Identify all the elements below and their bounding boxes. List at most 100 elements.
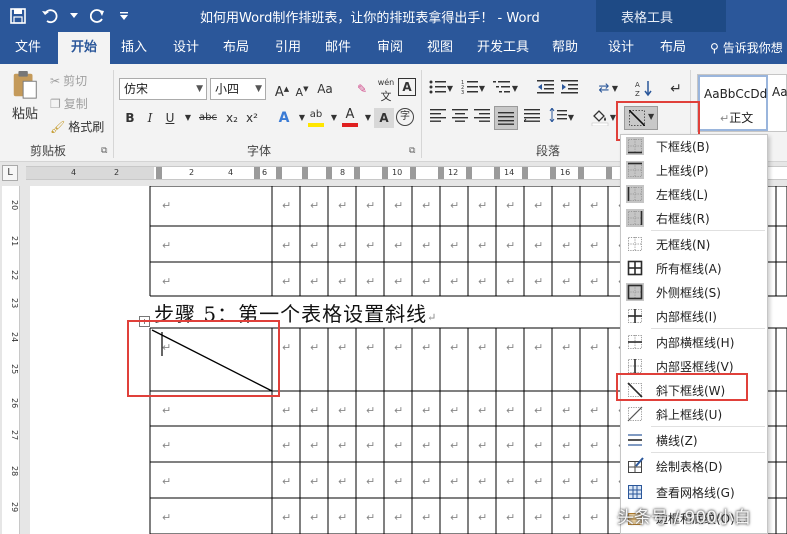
column-marker[interactable] — [254, 167, 260, 179]
character-border-button[interactable]: A — [398, 78, 416, 96]
bold-button[interactable]: B — [120, 108, 140, 128]
grow-font-button[interactable]: A▲ — [272, 79, 292, 100]
customize-qat-icon[interactable] — [118, 4, 130, 28]
column-marker[interactable] — [606, 167, 612, 179]
tab-design[interactable]: 设计 — [164, 32, 208, 64]
clear-formatting-icon[interactable]: ✎ — [352, 79, 372, 99]
change-case-button[interactable]: Aa — [312, 79, 338, 99]
menu-item-draw-table[interactable]: 绘制表格(D) — [621, 454, 767, 478]
cut-button[interactable]: ✂ 剪切 — [50, 72, 87, 89]
menu-item-horizontal-line[interactable]: 横线(Z) — [621, 428, 767, 452]
upper-table-cell-mark: ↵ — [162, 199, 171, 212]
font-size-combo[interactable]: 小四 ▼ — [210, 78, 266, 100]
column-marker[interactable] — [522, 167, 528, 179]
strikethrough-button[interactable]: abc — [196, 108, 220, 128]
tab-review[interactable]: 审阅 — [368, 32, 412, 64]
column-marker[interactable] — [302, 167, 308, 179]
multilevel-list-button[interactable] — [492, 79, 512, 99]
column-marker[interactable] — [410, 167, 416, 179]
tab-selector[interactable]: L — [2, 165, 18, 181]
align-center-icon[interactable] — [450, 108, 470, 128]
column-marker[interactable] — [276, 167, 282, 179]
menu-item-left-border[interactable]: 左框线(L) — [621, 182, 767, 206]
menu-item-right-border[interactable]: 右框线(R) — [621, 206, 767, 230]
tab-view[interactable]: 视图 — [418, 32, 462, 64]
column-marker[interactable] — [494, 167, 500, 179]
tell-me-box[interactable]: ⚲ 告诉我你想 — [710, 32, 783, 64]
increase-indent-icon[interactable] — [560, 79, 580, 99]
tab-file[interactable]: 文件 — [4, 32, 52, 64]
sort-icon[interactable]: AZ — [634, 79, 654, 99]
shrink-font-button[interactable]: A▼ — [292, 79, 312, 99]
column-marker[interactable] — [438, 167, 444, 179]
menu-item-inside-borders[interactable]: 内部框线(I) — [621, 304, 767, 328]
tab-insert[interactable]: 插入 — [112, 32, 156, 64]
lower-table-cell-mark: ↵ — [506, 404, 515, 417]
show-formatting-marks-icon[interactable]: ↵ — [666, 79, 686, 99]
align-right-icon[interactable] — [472, 108, 492, 128]
paste-button[interactable]: 粘贴 — [8, 70, 42, 122]
subscript-button[interactable]: x₂ — [222, 108, 242, 128]
decrease-indent-icon[interactable] — [536, 79, 556, 99]
superscript-button[interactable]: x² — [242, 108, 262, 128]
shading-bucket-icon[interactable] — [590, 108, 610, 128]
chinese-layout-dropdown-icon[interactable]: ▼ — [610, 79, 620, 99]
column-marker[interactable] — [466, 167, 472, 179]
menu-item-outside-borders[interactable]: 外侧框线(S) — [621, 280, 767, 304]
font-dialog-launcher-icon[interactable]: ⧉ — [409, 146, 415, 156]
menu-item-bottom-border[interactable]: 下框线(B) — [621, 134, 767, 158]
phonetic-guide-button[interactable]: wén 文 — [376, 79, 396, 103]
font-color-button[interactable]: A — [340, 108, 360, 128]
tab-home[interactable]: 开始 — [58, 32, 110, 64]
align-left-icon[interactable] — [428, 108, 448, 128]
character-shading-button[interactable]: A — [374, 108, 394, 128]
first-line-indent-marker[interactable] — [156, 167, 162, 179]
undo-icon[interactable] — [38, 4, 62, 28]
multilevel-dropdown-icon[interactable]: ▼ — [510, 79, 520, 99]
style-next-sample[interactable]: Aa — [772, 85, 787, 99]
undo-dropdown-icon[interactable] — [70, 4, 78, 28]
group-separator — [421, 70, 422, 158]
highlight-color-button[interactable]: ab — [306, 108, 326, 128]
menu-item-no-border[interactable]: 无框线(N) — [621, 232, 767, 256]
bullets-dropdown-icon[interactable]: ▼ — [445, 79, 455, 99]
italic-button[interactable]: I — [140, 108, 160, 128]
line-spacing-dropdown-icon[interactable]: ▼ — [566, 108, 576, 128]
column-marker[interactable] — [354, 167, 360, 179]
menu-item-view-gridlines[interactable]: 查看网格线(G) — [621, 480, 767, 504]
font-name-combo[interactable]: 仿宋 ▼ — [119, 78, 207, 100]
column-marker[interactable] — [578, 167, 584, 179]
column-marker[interactable] — [382, 167, 388, 179]
tab-help[interactable]: 帮助 — [542, 32, 588, 64]
menu-item-diagonal-up-border[interactable]: 斜上框线(U) — [621, 402, 767, 426]
underline-button[interactable]: U — [160, 108, 180, 128]
text-effects-button[interactable]: A — [274, 108, 294, 128]
clipboard-dialog-launcher-icon[interactable]: ⧉ — [101, 146, 107, 156]
tab-table-layout[interactable]: 布局 — [650, 32, 696, 64]
tab-references[interactable]: 引用 — [266, 32, 310, 64]
tab-mailings[interactable]: 邮件 — [316, 32, 360, 64]
style-normal-item[interactable]: AaBbCcDd ↵正文 — [698, 75, 768, 131]
line-spacing-icon[interactable] — [548, 107, 568, 128]
vertical-ruler[interactable]: 20 21 22 23 24 25 26 27 28 29 — [2, 186, 20, 534]
upper-table-cell-mark: ↵ — [422, 275, 431, 288]
distributed-icon[interactable] — [522, 108, 542, 128]
justify-icon[interactable] — [494, 106, 518, 130]
menu-item-inside-horizontal-border[interactable]: 内部横框线(H) — [621, 330, 767, 354]
column-marker[interactable] — [550, 167, 556, 179]
tab-developer[interactable]: 开发工具 — [470, 32, 536, 64]
enclose-characters-button[interactable]: 字 — [396, 108, 414, 126]
borders-dropdown-menu: 下框线(B) 上框线(P) 左框线(L) 右框线(R) 无框线(N) 所有框线(A) 外侧框… — [620, 134, 768, 534]
save-icon[interactable] — [6, 4, 30, 28]
column-marker[interactable] — [326, 167, 332, 179]
copy-button[interactable]: ❐ 复制 — [50, 95, 88, 112]
tab-table-design[interactable]: 设计 — [598, 32, 644, 64]
menu-item-top-border[interactable]: 上框线(P) — [621, 158, 767, 182]
format-painter-button[interactable]: 🖌 格式刷 — [50, 118, 104, 135]
numbering-dropdown-icon[interactable]: ▼ — [477, 79, 487, 99]
underline-dropdown-icon[interactable]: ▼ — [178, 108, 198, 128]
ruler-number: 10 — [392, 168, 403, 177]
tab-layout[interactable]: 布局 — [214, 32, 258, 64]
menu-item-all-borders[interactable]: 所有框线(A) — [621, 256, 767, 280]
redo-icon[interactable] — [86, 4, 110, 28]
